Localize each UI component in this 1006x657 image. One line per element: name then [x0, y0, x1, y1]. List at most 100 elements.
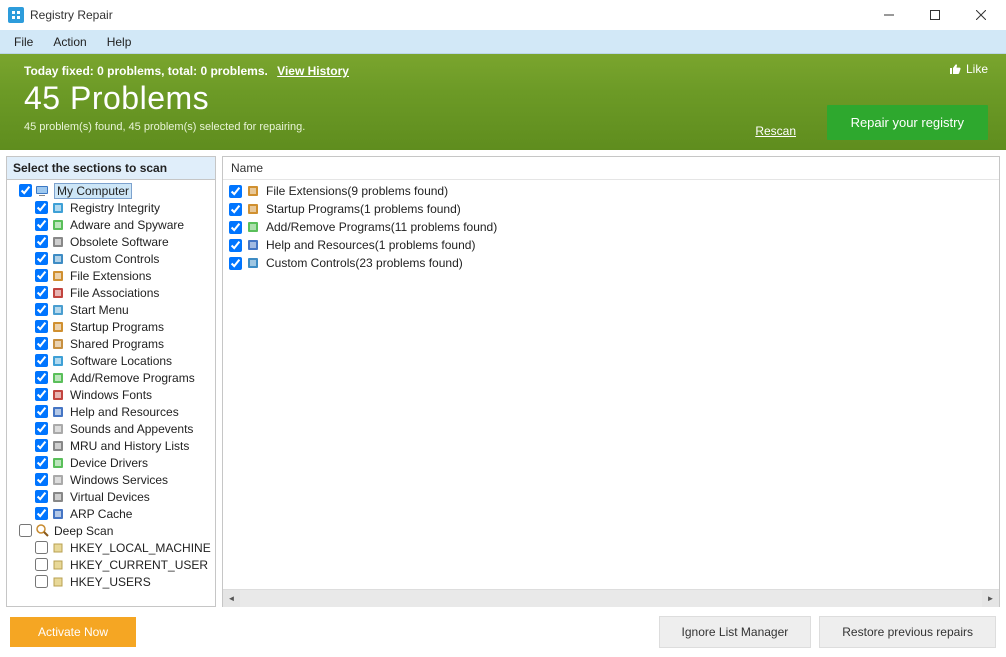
tree-item[interactable]: Device Drivers: [7, 454, 215, 471]
tree-item[interactable]: Shared Programs: [7, 335, 215, 352]
tree-item[interactable]: Windows Services: [7, 471, 215, 488]
scroll-left-arrow[interactable]: ◄: [223, 590, 240, 607]
checkbox-deep-scan[interactable]: [19, 524, 32, 537]
tree-deep-scan-label: Deep Scan: [54, 524, 113, 538]
tree-item[interactable]: ARP Cache: [7, 505, 215, 522]
tree-item-label: HKEY_LOCAL_MACHINE: [70, 541, 211, 555]
checkbox-section[interactable]: [35, 320, 48, 333]
result-row[interactable]: Help and Resources(1 problems found): [223, 236, 999, 254]
rescan-link[interactable]: Rescan: [755, 124, 796, 138]
activate-button[interactable]: Activate Now: [10, 617, 136, 647]
tree-item[interactable]: File Associations: [7, 284, 215, 301]
tree-item-label: Sounds and Appevents: [70, 422, 193, 436]
checkbox-result[interactable]: [229, 185, 242, 198]
tree-item-label: HKEY_CURRENT_USER: [70, 558, 208, 572]
tree-item-label: File Associations: [70, 286, 159, 300]
magnifier-icon: [35, 524, 51, 538]
result-label: Help and Resources(1 problems found): [266, 238, 475, 252]
menu-file[interactable]: File: [4, 33, 43, 51]
tree-item[interactable]: Custom Controls: [7, 250, 215, 267]
section-icon: [51, 371, 67, 385]
tree-item[interactable]: Start Menu: [7, 301, 215, 318]
tree-item[interactable]: Registry Integrity: [7, 199, 215, 216]
close-button[interactable]: [958, 0, 1004, 30]
tree-item-deep[interactable]: HKEY_USERS: [7, 573, 215, 590]
tree-item[interactable]: Startup Programs: [7, 318, 215, 335]
tree-item[interactable]: Help and Resources: [7, 403, 215, 420]
checkbox-result[interactable]: [229, 221, 242, 234]
checkbox-result[interactable]: [229, 203, 242, 216]
tree-root-my-computer[interactable]: My Computer: [7, 182, 215, 199]
checkbox-result[interactable]: [229, 239, 242, 252]
checkbox-section[interactable]: [35, 490, 48, 503]
checkbox-deep-item[interactable]: [35, 541, 48, 554]
tree-item[interactable]: Add/Remove Programs: [7, 369, 215, 386]
minimize-button[interactable]: [866, 0, 912, 30]
section-icon: [51, 286, 67, 300]
section-icon: [51, 405, 67, 419]
section-icon: [51, 456, 67, 470]
view-history-link[interactable]: View History: [277, 64, 349, 78]
like-button[interactable]: Like: [948, 62, 988, 76]
ignore-list-button[interactable]: Ignore List Manager: [659, 616, 812, 648]
result-row[interactable]: Startup Programs(1 problems found): [223, 200, 999, 218]
checkbox-my-computer[interactable]: [19, 184, 32, 197]
tree-item-label: Startup Programs: [70, 320, 164, 334]
checkbox-section[interactable]: [35, 235, 48, 248]
checkbox-section[interactable]: [35, 405, 48, 418]
checkbox-section[interactable]: [35, 507, 48, 520]
checkbox-section[interactable]: [35, 252, 48, 265]
checkbox-section[interactable]: [35, 269, 48, 282]
repair-button[interactable]: Repair your registry: [827, 105, 988, 140]
tree-item[interactable]: Software Locations: [7, 352, 215, 369]
result-row[interactable]: Custom Controls(23 problems found): [223, 254, 999, 272]
section-icon: [51, 201, 67, 215]
thumbs-up-icon: [948, 62, 962, 76]
checkbox-deep-item[interactable]: [35, 575, 48, 588]
tree-item-label: Software Locations: [70, 354, 172, 368]
checkbox-section[interactable]: [35, 286, 48, 299]
horizontal-scrollbar[interactable]: ◄ ►: [223, 589, 999, 606]
tree-item[interactable]: Sounds and Appevents: [7, 420, 215, 437]
maximize-button[interactable]: [912, 0, 958, 30]
result-icon: [246, 220, 262, 234]
tree-item[interactable]: Windows Fonts: [7, 386, 215, 403]
result-row[interactable]: Add/Remove Programs(11 problems found): [223, 218, 999, 236]
tree-item[interactable]: MRU and History Lists: [7, 437, 215, 454]
scroll-right-arrow[interactable]: ►: [982, 590, 999, 607]
tree-item[interactable]: Adware and Spyware: [7, 216, 215, 233]
tree-item-label: Start Menu: [70, 303, 129, 317]
tree-item-label: Custom Controls: [70, 252, 159, 266]
checkbox-section[interactable]: [35, 422, 48, 435]
checkbox-section[interactable]: [35, 218, 48, 231]
tree-item[interactable]: Obsolete Software: [7, 233, 215, 250]
checkbox-section[interactable]: [35, 388, 48, 401]
restore-repairs-button[interactable]: Restore previous repairs: [819, 616, 996, 648]
menu-bar: File Action Help: [0, 30, 1006, 54]
checkbox-deep-item[interactable]: [35, 558, 48, 571]
tree-item-deep[interactable]: HKEY_LOCAL_MACHINE: [7, 539, 215, 556]
menu-action[interactable]: Action: [43, 33, 96, 51]
tree-item[interactable]: Virtual Devices: [7, 488, 215, 505]
result-row[interactable]: File Extensions(9 problems found): [223, 182, 999, 200]
tree-root-label: My Computer: [54, 183, 132, 199]
checkbox-section[interactable]: [35, 456, 48, 469]
tree-root-deep-scan[interactable]: Deep Scan: [7, 522, 215, 539]
menu-help[interactable]: Help: [97, 33, 142, 51]
status-line: Today fixed: 0 problems, total: 0 proble…: [24, 64, 982, 78]
checkbox-section[interactable]: [35, 439, 48, 452]
scroll-track[interactable]: [240, 590, 982, 607]
checkbox-section[interactable]: [35, 201, 48, 214]
result-label: Startup Programs(1 problems found): [266, 202, 461, 216]
checkbox-section[interactable]: [35, 337, 48, 350]
result-label: Custom Controls(23 problems found): [266, 256, 463, 270]
tree-item-deep[interactable]: HKEY_CURRENT_USER: [7, 556, 215, 573]
column-header-name[interactable]: Name: [223, 157, 999, 180]
checkbox-section[interactable]: [35, 354, 48, 367]
checkbox-section[interactable]: [35, 371, 48, 384]
checkbox-section[interactable]: [35, 303, 48, 316]
checkbox-section[interactable]: [35, 473, 48, 486]
checkbox-result[interactable]: [229, 257, 242, 270]
section-icon: [51, 507, 67, 521]
tree-item[interactable]: File Extensions: [7, 267, 215, 284]
